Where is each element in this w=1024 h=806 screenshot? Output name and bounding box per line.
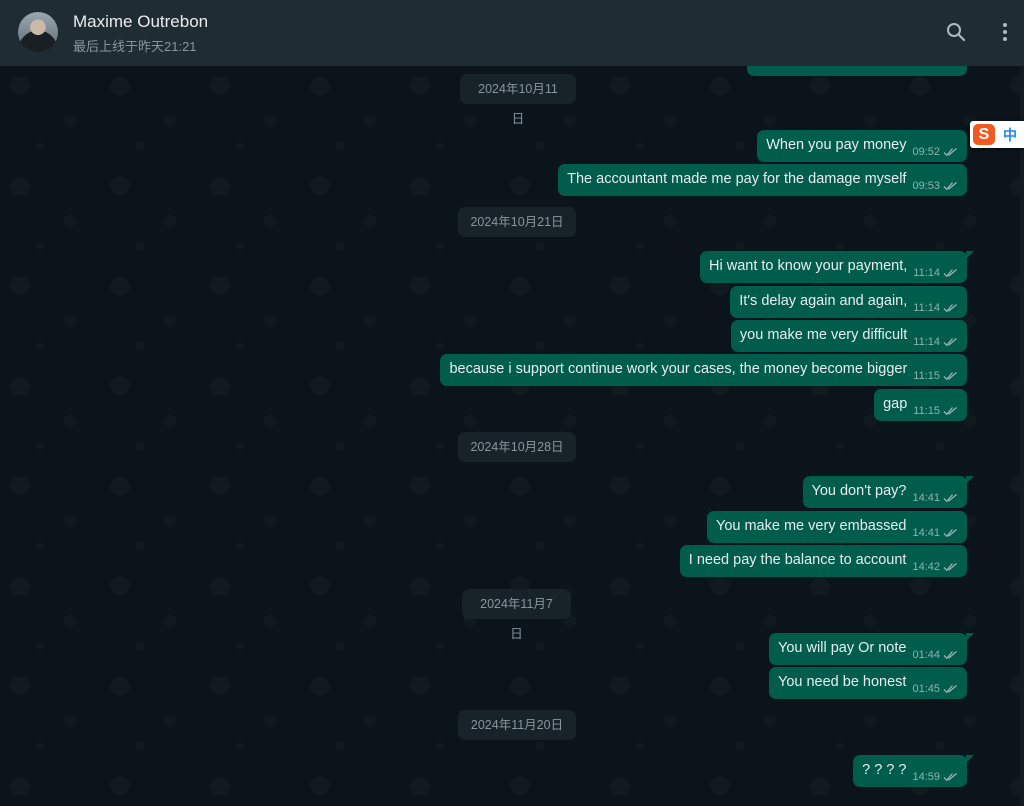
date-divider: 2024年11月7日 xyxy=(462,589,571,641)
message-bubble[interactable]: because i support continue work your cas… xyxy=(440,354,967,386)
contact-avatar[interactable] xyxy=(18,12,58,52)
message-time: 14:41 xyxy=(912,527,940,539)
message-time: 14:59 xyxy=(912,771,940,783)
message-bubble[interactable]: You will pay Or note 01:44 xyxy=(769,633,974,665)
message-time: 14:41 xyxy=(912,492,940,504)
message-text: You will pay Or note xyxy=(778,639,907,656)
read-ticks-icon xyxy=(943,303,958,313)
message-text: You make me very embassed xyxy=(715,517,907,534)
message-bubble[interactable]: ? ? ? ? 14:59 xyxy=(853,755,974,787)
ime-language-toggle[interactable]: 中 xyxy=(1003,125,1017,145)
message-bubble[interactable]: gap 11:15 xyxy=(874,389,967,421)
message-text: Hi want to know your payment, xyxy=(709,257,908,274)
message-text: It's delay again and again, xyxy=(739,292,908,309)
last-seen-status: 最后上线于昨天21:21 xyxy=(73,39,197,54)
message-text: You don't pay? xyxy=(811,482,907,499)
message-list[interactable]: 2024年10月11日 When you pay money 09:52 The… xyxy=(0,66,1024,806)
message-text: You need be honest xyxy=(777,673,907,690)
message-bubble-partial[interactable] xyxy=(747,66,967,76)
message-text: I need pay the balance to account xyxy=(688,551,907,568)
message-time: 01:45 xyxy=(912,683,940,695)
sogou-logo-icon: S xyxy=(973,124,995,145)
message-bubble[interactable]: You need be honest 01:45 xyxy=(768,667,967,699)
read-ticks-icon xyxy=(943,181,958,191)
read-ticks-icon xyxy=(943,650,958,660)
read-ticks-icon xyxy=(943,493,958,503)
message-text: gap xyxy=(883,395,908,412)
read-ticks-icon xyxy=(943,684,958,694)
message-text: The accountant made me pay for the damag… xyxy=(567,170,907,187)
date-divider: 2024年10月21日 xyxy=(458,207,576,237)
message-bubble[interactable]: Hi want to know your payment, 11:14 xyxy=(700,251,974,283)
message-time: 01:44 xyxy=(912,649,940,661)
read-ticks-icon xyxy=(943,371,958,381)
message-time: 14:42 xyxy=(912,561,940,573)
message-text: you make me very difficult xyxy=(739,326,908,343)
read-ticks-icon xyxy=(943,337,958,347)
message-bubble[interactable]: you make me very difficult 11:14 xyxy=(730,320,967,352)
search-icon[interactable] xyxy=(944,20,968,44)
ime-toolbar[interactable]: S 中 xyxy=(970,121,1024,148)
read-ticks-icon xyxy=(943,528,958,538)
message-bubble[interactable]: You don't pay? 14:41 xyxy=(802,476,974,508)
chat-header: Maxime Outrebon 最后上线于昨天21:21 xyxy=(0,0,1024,66)
message-time: 11:14 xyxy=(913,267,940,279)
message-time: 11:15 xyxy=(913,370,940,382)
read-ticks-icon xyxy=(943,562,958,572)
message-time: 09:52 xyxy=(912,146,940,158)
date-divider: 2024年10月28日 xyxy=(458,432,576,462)
message-bubble[interactable]: It's delay again and again, 11:14 xyxy=(730,286,967,318)
read-ticks-icon xyxy=(943,147,958,157)
message-bubble[interactable]: I need pay the balance to account 14:42 xyxy=(679,545,967,577)
menu-icon[interactable] xyxy=(993,20,1017,44)
message-bubble[interactable]: When you pay money 09:52 xyxy=(757,130,967,162)
message-time: 09:53 xyxy=(912,180,940,192)
contact-name[interactable]: Maxime Outrebon xyxy=(73,12,208,32)
message-text: When you pay money xyxy=(766,136,907,153)
message-time: 11:14 xyxy=(913,336,940,348)
message-bubble[interactable]: The accountant made me pay for the damag… xyxy=(558,164,967,196)
read-ticks-icon xyxy=(943,772,958,782)
message-time: 11:14 xyxy=(913,302,940,314)
date-divider: 2024年11月20日 xyxy=(458,710,576,740)
message-text: ? ? ? ? xyxy=(862,761,907,778)
read-ticks-icon xyxy=(943,406,958,416)
message-text: because i support continue work your cas… xyxy=(449,360,908,377)
message-time: 11:15 xyxy=(913,405,940,417)
scrollbar[interactable] xyxy=(1020,66,1024,806)
message-bubble[interactable]: You make me very embassed 14:41 xyxy=(706,511,967,543)
date-divider: 2024年10月11日 xyxy=(460,74,576,126)
read-ticks-icon xyxy=(943,268,958,278)
